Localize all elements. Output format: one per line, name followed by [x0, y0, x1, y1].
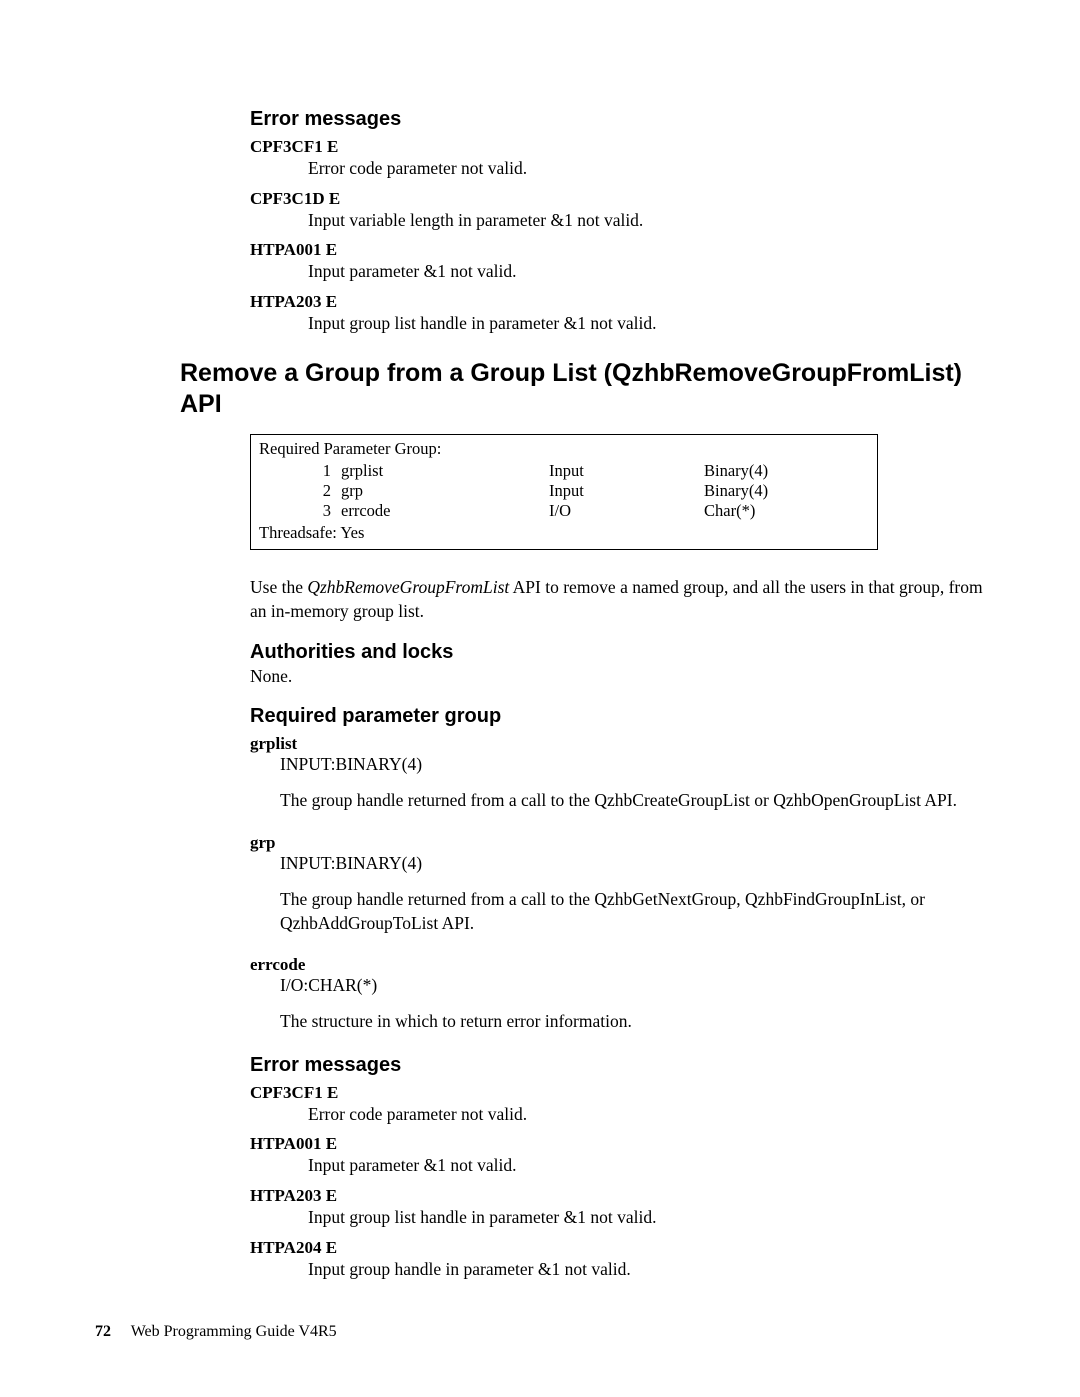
error-item: CPF3C1D E Input variable length in param…: [250, 189, 985, 233]
param-item: errcode I/O:CHAR(*) The structure in whi…: [250, 955, 985, 1034]
page-footer: 72 Web Programming Guide V4R5: [95, 1323, 337, 1341]
intro-api-name: QzhbRemoveGroupFromList: [307, 577, 509, 597]
error-desc: Error code parameter not valid.: [308, 1103, 985, 1127]
param-detail-desc: The group handle returned from a call to…: [280, 789, 985, 813]
error-item: HTPA203 E Input group list handle in par…: [250, 1186, 985, 1230]
param-type: Binary(4): [704, 461, 869, 481]
error-code: HTPA203 E: [250, 1186, 985, 1206]
error-item: HTPA001 E Input parameter &1 not valid.: [250, 1134, 985, 1178]
error-desc: Input group handle in parameter &1 not v…: [308, 1258, 985, 1282]
param-detail-name: errcode: [250, 955, 985, 975]
error-desc: Input parameter &1 not valid.: [308, 260, 985, 284]
error-desc: Error code parameter not valid.: [308, 157, 985, 181]
parameter-box-title: Required Parameter Group:: [259, 439, 869, 459]
param-io: Input: [549, 461, 704, 481]
parameter-row: 2 grp Input Binary(4): [259, 481, 869, 501]
error-desc: Input variable length in parameter &1 no…: [308, 209, 985, 233]
param-detail-name: grplist: [250, 734, 985, 754]
param-type: Binary(4): [704, 481, 869, 501]
param-name: grplist: [341, 461, 549, 481]
param-detail-type: I/O:CHAR(*): [280, 975, 985, 996]
error-desc: Input parameter &1 not valid.: [308, 1154, 985, 1178]
error-code: HTPA001 E: [250, 1134, 985, 1154]
parameter-row: 1 grplist Input Binary(4): [259, 461, 869, 481]
param-io: Input: [549, 481, 704, 501]
error-code: CPF3C1D E: [250, 189, 985, 209]
intro-paragraph: Use the QzhbRemoveGroupFromList API to r…: [250, 576, 985, 623]
param-detail-desc: The group handle returned from a call to…: [280, 888, 985, 935]
heading-required-params: Required parameter group: [250, 705, 985, 728]
error-code: CPF3CF1 E: [250, 137, 985, 157]
error-code: HTPA001 E: [250, 240, 985, 260]
param-detail-type: INPUT:BINARY(4): [280, 853, 985, 874]
error-item: HTPA203 E Input group list handle in par…: [250, 292, 985, 336]
param-item: grp INPUT:BINARY(4) The group handle ret…: [250, 833, 985, 935]
api-title: Remove a Group from a Group List (QzhbRe…: [180, 358, 985, 421]
param-name: grp: [341, 481, 549, 501]
footer-title: Web Programming Guide V4R5: [131, 1323, 337, 1340]
param-name: errcode: [341, 501, 549, 521]
param-num: 1: [259, 461, 341, 481]
heading-error-messages-1: Error messages: [250, 108, 985, 131]
param-io: I/O: [549, 501, 704, 521]
param-type: Char(*): [704, 501, 869, 521]
param-num: 3: [259, 501, 341, 521]
error-item: CPF3CF1 E Error code parameter not valid…: [250, 137, 985, 181]
param-detail-desc: The structure in which to return error i…: [280, 1010, 985, 1034]
error-item: HTPA204 E Input group handle in paramete…: [250, 1238, 985, 1282]
parameter-row: 3 errcode I/O Char(*): [259, 501, 869, 521]
authorities-body: None.: [250, 666, 985, 687]
param-num: 2: [259, 481, 341, 501]
document-page: Error messages CPF3CF1 E Error code para…: [0, 0, 1080, 1397]
content-column: Error messages CPF3CF1 E Error code para…: [250, 108, 985, 1281]
error-code: HTPA204 E: [250, 1238, 985, 1258]
error-desc: Input group list handle in parameter &1 …: [308, 312, 985, 336]
parameter-box: Required Parameter Group: 1 grplist Inpu…: [250, 434, 878, 550]
error-item: HTPA001 E Input parameter &1 not valid.: [250, 240, 985, 284]
error-code: HTPA203 E: [250, 292, 985, 312]
error-code: CPF3CF1 E: [250, 1083, 985, 1103]
threadsafe-line: Threadsafe: Yes: [259, 523, 869, 543]
param-detail-type: INPUT:BINARY(4): [280, 754, 985, 775]
intro-pre: Use the: [250, 577, 307, 597]
heading-error-messages-2: Error messages: [250, 1054, 985, 1077]
param-item: grplist INPUT:BINARY(4) The group handle…: [250, 734, 985, 813]
error-item: CPF3CF1 E Error code parameter not valid…: [250, 1083, 985, 1127]
page-number: 72: [95, 1323, 111, 1340]
heading-authorities: Authorities and locks: [250, 641, 985, 664]
param-detail-name: grp: [250, 833, 985, 853]
error-desc: Input group list handle in parameter &1 …: [308, 1206, 985, 1230]
